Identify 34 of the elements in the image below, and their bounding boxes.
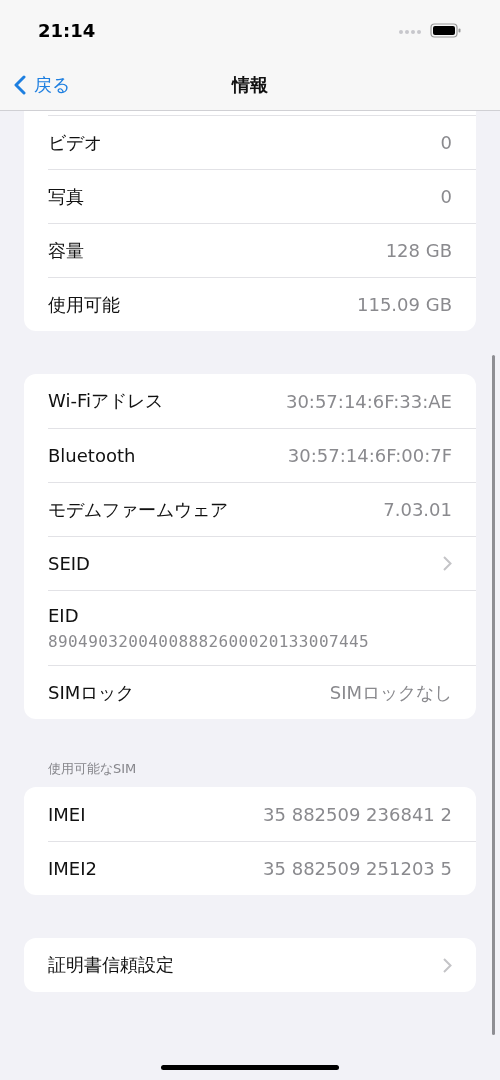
row-value: 35 882509 236841 2 [263, 803, 452, 825]
row-label: 写真 [48, 184, 84, 209]
home-indicator[interactable] [161, 1065, 339, 1070]
row-label: EID [48, 605, 80, 626]
row-value: 128 GB [385, 240, 452, 261]
row-label: Bluetooth [48, 445, 136, 466]
row-label: SIMロック [48, 680, 135, 705]
chevron-icon [443, 957, 452, 973]
section-header: 使用可能なSIM [48, 760, 138, 778]
row-label: IMEI [48, 803, 86, 825]
row-value: 0 [440, 186, 452, 207]
disclosure-row[interactable]: 証明書信頼設定 [48, 938, 476, 992]
row-label: Wi-Fiアドレス [48, 389, 163, 413]
disclosure-row[interactable]: SEID [48, 536, 476, 590]
battery-icon [430, 23, 461, 38]
chevron-icon [443, 556, 452, 571]
row-label: モデムファームウェア [48, 497, 228, 522]
row-label: IMEI2 [48, 858, 97, 879]
status-time: 21:14 [38, 19, 96, 41]
row-value: SIMロックなし [329, 680, 452, 705]
signal-icon [399, 30, 421, 34]
row-value: 30:57:14:6F:00:7F [287, 445, 452, 466]
row-value: 35 882509 251203 5 [263, 858, 452, 879]
row-value: 7.03.01 [383, 499, 452, 520]
row-value: 30:57:14:6F:33:AE [285, 390, 452, 412]
back-chevron-icon [14, 75, 26, 95]
row-label: 使用可能 [48, 292, 120, 317]
row-value: 89049032004008882600020133007445 [48, 632, 371, 651]
nav-title: 情報 [232, 73, 268, 97]
row-label: 容量 [48, 238, 84, 263]
back-button[interactable]: 戻る [0, 73, 70, 97]
row-value: 0 [440, 132, 452, 153]
row-value: 115.09 GB [357, 294, 452, 315]
row-label: ビデオ [48, 130, 102, 155]
